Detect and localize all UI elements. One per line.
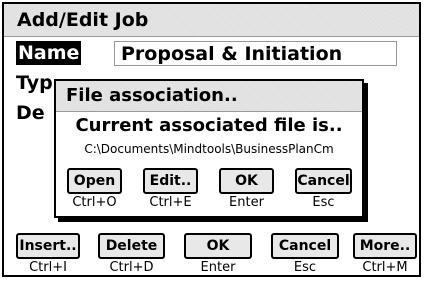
dialog-cancel-button[interactable]: Cancel (295, 168, 352, 194)
description-label: De (16, 102, 45, 124)
delete-shortcut: Ctrl+D (109, 260, 154, 275)
type-label: Typ (16, 72, 53, 94)
ok-button[interactable]: OK (184, 233, 252, 259)
associated-file-path: C:\Documents\Mindtools\BusinessPlanCm (84, 142, 334, 156)
dialog-ok-button[interactable]: OK (219, 168, 274, 194)
edit-shortcut: Ctrl+E (149, 195, 192, 210)
more-button[interactable]: More.. (353, 233, 417, 259)
open-button[interactable]: Open (67, 168, 122, 194)
more-shortcut: Ctrl+M (362, 260, 408, 275)
dialog-ok-shortcut: Enter (229, 195, 264, 210)
delete-button[interactable]: Delete (98, 233, 165, 259)
name-label[interactable]: Name (16, 41, 82, 65)
name-field[interactable]: Proposal & Initiation (114, 41, 397, 66)
window-title: Add/Edit Job (17, 9, 149, 31)
window-title-bar: Add/Edit Job (4, 4, 419, 37)
ok-shortcut: Enter (200, 260, 236, 275)
file-association-dialog: File association.. Current associated fi… (54, 79, 364, 218)
dialog-cancel-shortcut: Esc (312, 195, 335, 210)
edit-button[interactable]: Edit.. (143, 168, 198, 194)
dialog-message: Current associated file is.. (75, 115, 343, 136)
dialog-title: File association.. (66, 85, 238, 106)
cancel-button[interactable]: Cancel (271, 233, 339, 259)
open-shortcut: Ctrl+O (72, 195, 117, 210)
insert-shortcut: Ctrl+I (29, 260, 67, 275)
name-value: Proposal & Initiation (121, 43, 343, 65)
insert-button[interactable]: Insert.. (16, 233, 80, 259)
dialog-title-bar: File association.. (56, 81, 362, 112)
cancel-shortcut: Esc (293, 260, 317, 275)
